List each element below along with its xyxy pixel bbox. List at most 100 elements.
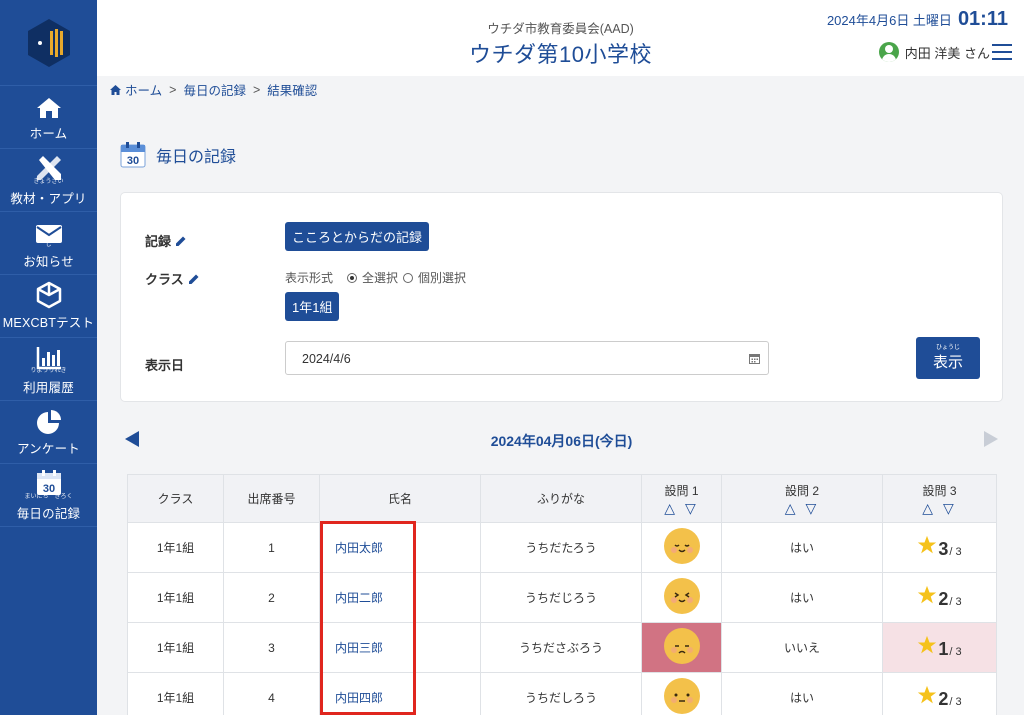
table-header-row: クラス 出席番号 氏名 ふりがな 設問 1 △ ▽ 設問 2 △ ▽ 設問 3 … [127, 474, 997, 523]
cell-q2: はい [721, 522, 883, 573]
cell-q3: 2/ 3 [882, 672, 997, 715]
cell-q2: はい [721, 672, 883, 715]
next-day-icon[interactable] [984, 431, 998, 447]
logo-icon [27, 18, 70, 67]
breadcrumb-home[interactable]: ホーム [125, 80, 162, 99]
sidebar-item-label: MEXCBTテスト [2, 316, 95, 330]
date-field-value: 2024/4/6 [302, 352, 351, 366]
show-button-label: 表示 [932, 353, 963, 371]
column-header-q3: 設問 3 △ ▽ [882, 474, 997, 523]
pencil-icon [188, 274, 199, 284]
score-value: 3 [938, 539, 949, 559]
cell-number: 4 [223, 672, 320, 715]
column-header-name: 氏名 [319, 474, 481, 523]
cell-number: 2 [223, 572, 320, 623]
radio-individual-label[interactable]: 個別選択 [418, 269, 466, 286]
sidebar-item-label: 利用履歴 [23, 381, 74, 395]
sidebar-item-label: 毎日の記録 [16, 507, 81, 521]
sidebar-item-daily-record[interactable]: 30 まいにち きろく 毎日の記録 [0, 464, 97, 527]
sort-arrows-icon[interactable]: △ ▽ [722, 501, 882, 515]
q2-label: 設問 2 [784, 484, 819, 498]
sidebar-item-ruby: りようりれき [30, 368, 67, 374]
sort-arrows-icon[interactable]: △ ▽ [883, 501, 996, 515]
record-type-value[interactable]: こころとからだの記録 [285, 222, 430, 251]
app-logo[interactable] [0, 0, 97, 86]
radio-all[interactable] [347, 272, 358, 283]
cell-furigana: うちださぶろう [480, 622, 642, 673]
sidebar-item-ruby: し [45, 242, 52, 248]
cell-class: 1年1組 [127, 572, 224, 623]
cell-number: 3 [223, 622, 320, 673]
user-name: 内田 洋美 さん [904, 45, 990, 61]
column-header-class: クラス [127, 474, 224, 523]
score-value: 1 [938, 639, 949, 659]
display-format-label: 表示形式 [285, 271, 334, 285]
cell-q3: 2/ 3 [882, 572, 997, 623]
results-date-heading: 2024年04月06日(今日) [490, 433, 633, 449]
student-name-link[interactable]: 内田二郎 [319, 572, 481, 623]
sidebar: ホーム きょうざい 教材・アプリ し お知らせ MEXCBTテスト りようりれき… [0, 0, 97, 715]
calendar-icon: 30 [36, 468, 62, 496]
class-label: クラス [145, 269, 200, 288]
happy-face-icon [663, 528, 700, 564]
envelope-icon [35, 216, 63, 244]
breadcrumb-daily-record[interactable]: 毎日の記録 [183, 80, 246, 99]
sidebar-item-survey[interactable]: アンケート [0, 401, 97, 464]
cell-q1 [641, 672, 722, 715]
neutral-face-icon [663, 678, 700, 714]
pie-chart-icon [36, 407, 62, 435]
breadcrumb-separator: > [169, 82, 177, 97]
sidebar-item-ruby: きょうざい [33, 179, 64, 185]
q1-label: 設問 1 [664, 484, 699, 498]
show-button[interactable]: ひょうじ 表示 [916, 337, 980, 379]
user-menu[interactable]: 内田 洋美 さん [878, 42, 990, 62]
cell-class: 1年1組 [127, 622, 224, 673]
breadcrumb-separator: > [252, 82, 261, 97]
sidebar-item-mexcbt[interactable]: MEXCBTテスト [0, 275, 97, 338]
sort-arrows-icon[interactable]: △ ▽ [642, 501, 721, 515]
calendar-picker-icon[interactable] [749, 353, 760, 364]
current-date: 2024年4月6日 土曜日 [826, 13, 952, 28]
student-name-link[interactable]: 内田太郎 [319, 522, 481, 573]
score-value: 2 [938, 689, 949, 709]
star-icon [918, 685, 937, 704]
star-icon [918, 585, 937, 604]
record-label: 記録 [145, 231, 187, 250]
top-header: ウチダ市教育委員会(AAD) ウチダ第10小学校 2024年4月6日 土曜日 0… [97, 0, 1024, 76]
score-max: / 3 [949, 646, 962, 658]
cell-class: 1年1組 [127, 522, 224, 573]
column-header-q1: 設問 1 △ ▽ [641, 474, 722, 523]
calendar-icon: 30 [120, 142, 146, 168]
home-icon [36, 92, 62, 120]
sidebar-item-home[interactable]: ホーム [0, 86, 97, 149]
star-icon [918, 535, 937, 554]
pencil-icon [176, 236, 186, 246]
home-small-icon [110, 84, 121, 95]
score-max: / 3 [949, 696, 962, 708]
sidebar-item-materials[interactable]: きょうざい 教材・アプリ [0, 149, 97, 212]
pencil-ruler-icon [36, 153, 62, 181]
column-header-q2: 設問 2 △ ▽ [721, 474, 883, 523]
sidebar-item-label: お知らせ [23, 255, 74, 269]
hamburger-menu-icon[interactable] [992, 44, 1012, 60]
student-name-link[interactable]: 内田四郎 [319, 672, 481, 715]
q3-label: 設問 3 [922, 484, 957, 498]
current-datetime: 2024年4月6日 土曜日 01:11 [827, 8, 1008, 31]
class-chip[interactable]: 1年1組 [285, 292, 340, 321]
score-max: / 3 [949, 596, 962, 608]
cell-class: 1年1組 [127, 672, 224, 715]
radio-individual[interactable] [403, 272, 414, 283]
sidebar-item-label: ホーム [29, 127, 68, 141]
date-field[interactable]: 2024/4/6 [285, 341, 769, 375]
sidebar-item-notices[interactable]: し お知らせ [0, 212, 97, 275]
cell-furigana: うちだたろう [480, 522, 642, 573]
cell-number: 1 [223, 522, 320, 573]
student-name-link[interactable]: 内田三郎 [319, 622, 481, 673]
display-format: 表示形式 全選択 個別選択 [285, 269, 466, 286]
sidebar-item-history[interactable]: りようりれき 利用履歴 [0, 338, 97, 401]
cell-q2: いいえ [721, 622, 883, 673]
sidebar-item-ruby: まいにち きろく [24, 494, 73, 500]
bar-chart-icon [36, 342, 62, 370]
cell-furigana: うちだじろう [480, 572, 642, 623]
radio-all-label[interactable]: 全選択 [362, 269, 398, 286]
